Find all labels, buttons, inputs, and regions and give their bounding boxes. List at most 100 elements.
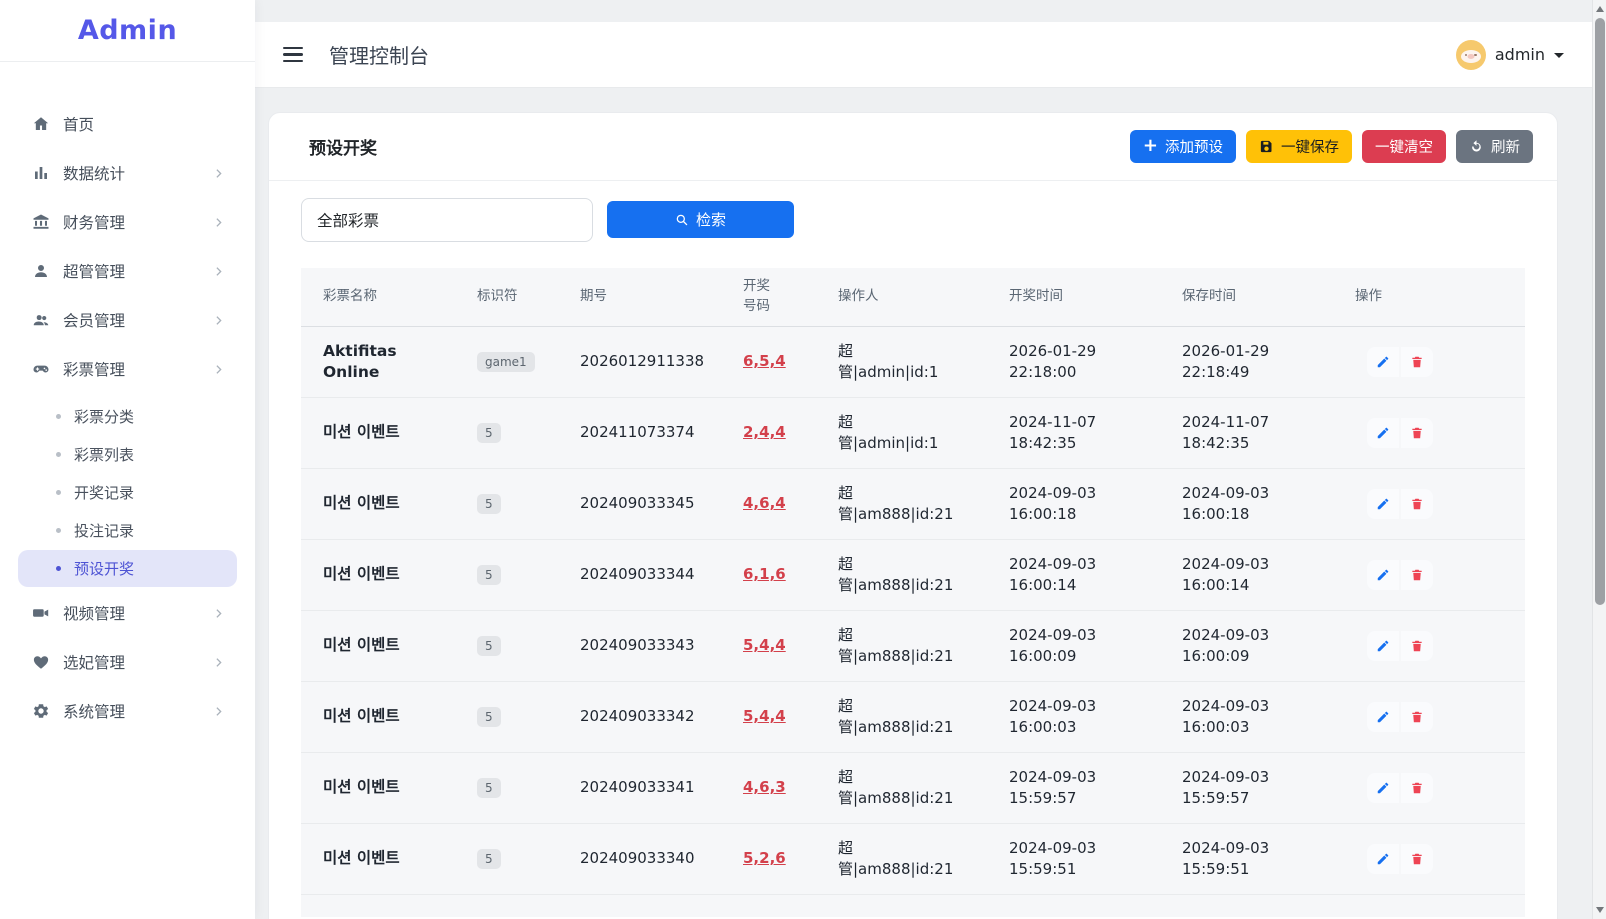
draw-time-cell: 2026-01-29 22:18:00 (987, 326, 1160, 397)
column-header: 开奖时间 (987, 268, 1160, 326)
refresh-icon (1469, 139, 1484, 154)
sidebar-item-finance[interactable]: 财务管理 (0, 202, 255, 242)
main-content: 预设开奖 + 添加预设 一键保存 一键清空 刷新 (255, 88, 1592, 919)
issue-cell: 2026012911338 (558, 326, 721, 397)
tag-cell: 5 (455, 681, 558, 752)
edit-button[interactable] (1367, 418, 1399, 448)
tag-badge: 5 (477, 565, 501, 585)
draw-time-cell: 2024-09-03 15:59:51 (987, 823, 1160, 894)
add-preset-button[interactable]: + 添加预设 (1130, 130, 1236, 163)
sidebar-subitem-draw-records[interactable]: 开奖记录 (18, 474, 237, 511)
delete-button[interactable] (1401, 489, 1433, 519)
sidebar-item-members[interactable]: 会员管理 (0, 300, 255, 340)
delete-button[interactable] (1401, 418, 1433, 448)
preset-draw-table: 彩票名称标识符期号开奖号码操作人开奖时间保存时间操作 Aktifitas Onl… (301, 268, 1525, 895)
issue-cell: 202409033345 (558, 468, 721, 539)
tag-cell: 5 (455, 468, 558, 539)
actions-cell (1333, 468, 1525, 539)
numbers-cell: 5,2,6 (721, 823, 816, 894)
refresh-button[interactable]: 刷新 (1456, 130, 1533, 163)
draw-numbers-link[interactable]: 2,4,4 (743, 423, 786, 441)
heart-icon (32, 653, 50, 671)
next-row-partial (301, 895, 1525, 917)
issue-cell: 202411073374 (558, 397, 721, 468)
delete-button[interactable] (1401, 702, 1433, 732)
tag-badge: game1 (477, 352, 535, 372)
lottery-filter-input[interactable] (301, 198, 593, 242)
clear-all-button[interactable]: 一键清空 (1362, 130, 1446, 163)
draw-numbers-link[interactable]: 4,6,3 (743, 778, 786, 796)
delete-button[interactable] (1401, 773, 1433, 803)
column-header: 标识符 (455, 268, 558, 326)
numbers-cell: 5,4,4 (721, 681, 816, 752)
draw-numbers-link[interactable]: 6,1,6 (743, 565, 786, 583)
actions-cell (1333, 823, 1525, 894)
draw-numbers-link[interactable]: 5,4,4 (743, 707, 786, 725)
floppy-icon (1259, 139, 1274, 154)
scrollbar-thumb[interactable] (1595, 18, 1605, 605)
sidebar-item-video[interactable]: 视频管理 (0, 593, 255, 633)
draw-numbers-link[interactable]: 5,2,6 (743, 849, 786, 867)
bullet-icon (56, 490, 61, 495)
edit-button[interactable] (1367, 773, 1399, 803)
sidebar-item-lottery[interactable]: 彩票管理 (0, 349, 255, 389)
scroll-down-arrow-icon[interactable] (1596, 907, 1604, 913)
lottery-name-cell: Aktifitas Online (301, 326, 455, 397)
delete-button[interactable] (1401, 347, 1433, 377)
console-title: 管理控制台 (329, 40, 429, 69)
operator-cell: 超管|am888|id:21 (816, 752, 987, 823)
sidebar-item-superadmin[interactable]: 超管管理 (0, 251, 255, 291)
sidebar-subitem-bet-records[interactable]: 投注记录 (18, 512, 237, 549)
edit-button[interactable] (1367, 489, 1399, 519)
edit-button[interactable] (1367, 347, 1399, 377)
sidebar-item-home[interactable]: 首页 (0, 104, 255, 144)
operator-cell: 超管|am888|id:21 (816, 681, 987, 752)
sidebar-subitem-lottery-list[interactable]: 彩票列表 (18, 436, 237, 473)
table-header-row: 彩票名称标识符期号开奖号码操作人开奖时间保存时间操作 (301, 268, 1525, 326)
table-row: 미션 이벤트 5 202411073374 2,4,4 超管|admin|id:… (301, 397, 1525, 468)
table-row: 미션 이벤트 5 202409033345 4,6,4 超管|am888|id:… (301, 468, 1525, 539)
actions-cell (1333, 752, 1525, 823)
delete-button[interactable] (1401, 844, 1433, 874)
delete-button[interactable] (1401, 631, 1433, 661)
edit-button[interactable] (1367, 844, 1399, 874)
users-icon (32, 311, 50, 329)
user-name: admin (1495, 45, 1545, 64)
page-scrollbar[interactable] (1592, 0, 1606, 919)
chevron-right-icon (212, 705, 225, 718)
table-row: Aktifitas Online game1 2026012911338 6,5… (301, 326, 1525, 397)
chevron-right-icon (212, 216, 225, 229)
search-button[interactable]: 检索 (607, 201, 794, 238)
search-row: 检索 (301, 198, 1525, 242)
bank-icon (32, 213, 50, 231)
column-header: 期号 (558, 268, 721, 326)
sidebar-subitem-preset-draw[interactable]: 预设开奖 (18, 550, 237, 587)
save-all-button[interactable]: 一键保存 (1246, 130, 1352, 163)
edit-button[interactable] (1367, 631, 1399, 661)
sidebar-item-system[interactable]: 系统管理 (0, 691, 255, 731)
edit-button[interactable] (1367, 560, 1399, 590)
operator-cell: 超管|admin|id:1 (816, 397, 987, 468)
scroll-up-arrow-icon[interactable] (1596, 6, 1604, 12)
issue-cell: 202409033340 (558, 823, 721, 894)
lottery-name-cell: 미션 이벤트 (301, 823, 455, 894)
user-menu[interactable]: admin (1456, 40, 1564, 70)
tag-badge: 5 (477, 707, 501, 727)
numbers-cell: 6,5,4 (721, 326, 816, 397)
home-icon (32, 115, 50, 133)
edit-button[interactable] (1367, 702, 1399, 732)
draw-numbers-link[interactable]: 6,5,4 (743, 352, 786, 370)
tag-badge: 5 (477, 778, 501, 798)
save-time-cell: 2024-09-03 16:00:03 (1160, 681, 1333, 752)
sidebar-subitem-lottery-category[interactable]: 彩票分类 (18, 398, 237, 435)
sidebar-item-statistics[interactable]: 数据统计 (0, 153, 255, 193)
draw-numbers-link[interactable]: 5,4,4 (743, 636, 786, 654)
lottery-name-cell: 미션 이벤트 (301, 397, 455, 468)
sidebar-item-concubine[interactable]: 选妃管理 (0, 642, 255, 682)
page-title: 预设开奖 (309, 134, 377, 159)
delete-button[interactable] (1401, 560, 1433, 590)
menu-toggle-icon[interactable] (283, 47, 303, 63)
table-row: 미션 이벤트 5 202409033344 6,1,6 超管|am888|id:… (301, 539, 1525, 610)
draw-numbers-link[interactable]: 4,6,4 (743, 494, 786, 512)
table-row: 미션 이벤트 5 202409033341 4,6,3 超管|am888|id:… (301, 752, 1525, 823)
